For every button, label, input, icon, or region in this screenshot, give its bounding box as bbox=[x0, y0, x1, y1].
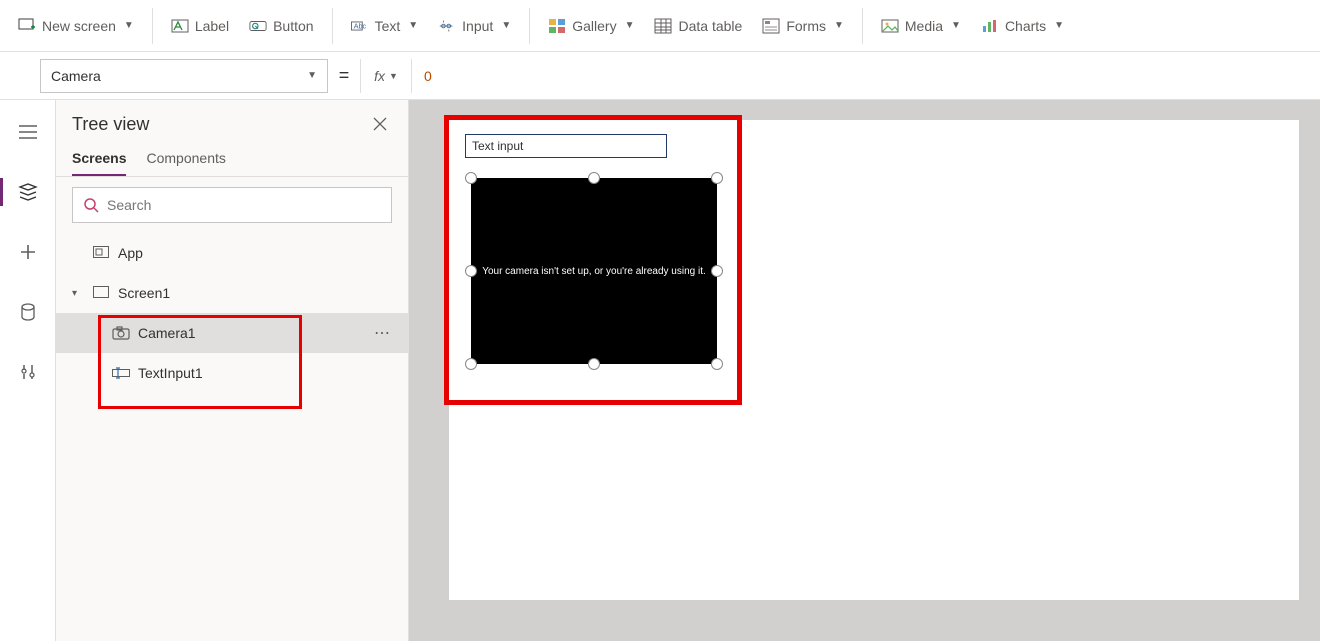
new-screen-label: New screen bbox=[42, 18, 116, 34]
camera-icon bbox=[112, 324, 130, 342]
property-selector[interactable]: Camera ▼ bbox=[40, 59, 328, 93]
more-options-button[interactable]: ⋯ bbox=[374, 323, 392, 343]
new-screen-button[interactable]: New screen ▼ bbox=[8, 8, 144, 44]
separator bbox=[862, 8, 863, 44]
tree-node-camera1[interactable]: Camera1 ⋯ bbox=[56, 313, 408, 353]
gallery-label: Gallery bbox=[572, 18, 616, 34]
resize-handle[interactable] bbox=[588, 358, 600, 370]
text-icon: Abc bbox=[351, 17, 369, 35]
canvas[interactable]: Text input Your camera isn't set up, or … bbox=[449, 120, 1299, 600]
chevron-down-icon: ▼ bbox=[501, 20, 511, 31]
resize-handle[interactable] bbox=[465, 265, 477, 277]
data-table-icon bbox=[654, 17, 672, 35]
media-icon bbox=[881, 17, 899, 35]
formula-input[interactable]: 0 bbox=[412, 59, 1320, 93]
close-panel-button[interactable] bbox=[368, 112, 392, 136]
panel-tabs: Screens Components bbox=[56, 144, 408, 177]
resize-handle[interactable] bbox=[588, 172, 600, 184]
equals-sign: = bbox=[328, 65, 360, 86]
chevron-down-icon: ▼ bbox=[389, 71, 398, 81]
text-label: Text bbox=[375, 18, 401, 34]
chevron-down-icon: ▼ bbox=[625, 20, 635, 31]
svg-text:Abc: Abc bbox=[353, 21, 366, 30]
tree-node-label: TextInput1 bbox=[138, 365, 203, 381]
gallery-icon bbox=[548, 17, 566, 35]
rail-tree-view[interactable] bbox=[8, 172, 48, 212]
chevron-down-icon: ▾ bbox=[72, 288, 84, 299]
rail-advanced-tools[interactable] bbox=[8, 352, 48, 392]
search-icon bbox=[83, 197, 99, 213]
textinput-value: Text input bbox=[472, 139, 523, 153]
property-name: Camera bbox=[51, 68, 101, 84]
tree-node-textinput1[interactable]: TextInput1 bbox=[56, 353, 408, 393]
chevron-down-icon: ▼ bbox=[124, 20, 134, 31]
forms-label: Forms bbox=[786, 18, 826, 34]
label-label: Label bbox=[195, 18, 229, 34]
forms-button[interactable]: Forms ▼ bbox=[752, 8, 854, 44]
resize-handle[interactable] bbox=[711, 172, 723, 184]
separator bbox=[332, 8, 333, 44]
separator bbox=[152, 8, 153, 44]
button-button[interactable]: Button bbox=[239, 8, 323, 44]
tree-node-screen1[interactable]: ▾ Screen1 bbox=[56, 273, 408, 313]
charts-icon bbox=[981, 17, 999, 35]
fx-label: fx bbox=[374, 68, 385, 84]
chevron-down-icon: ▼ bbox=[951, 20, 961, 31]
media-label: Media bbox=[905, 18, 943, 34]
camera-message: Your camera isn't set up, or you're alre… bbox=[482, 266, 706, 277]
fx-button[interactable]: fx ▼ bbox=[360, 59, 412, 93]
tree-view-panel: Tree view Screens Components A bbox=[56, 100, 409, 641]
tab-screens[interactable]: Screens bbox=[72, 144, 126, 176]
input-icon bbox=[438, 17, 456, 35]
label-button[interactable]: Label bbox=[161, 8, 239, 44]
chevron-down-icon: ▼ bbox=[834, 20, 844, 31]
canvas-area: Text input Your camera isn't set up, or … bbox=[409, 100, 1320, 641]
resize-handle[interactable] bbox=[465, 358, 477, 370]
media-button[interactable]: Media ▼ bbox=[871, 8, 971, 44]
textinput-icon bbox=[112, 364, 130, 382]
data-table-label: Data table bbox=[678, 18, 742, 34]
search-input[interactable] bbox=[107, 197, 381, 213]
forms-icon bbox=[762, 17, 780, 35]
separator bbox=[529, 8, 530, 44]
resize-handle[interactable] bbox=[465, 172, 477, 184]
control-textinput[interactable]: Text input bbox=[465, 134, 667, 158]
input-label: Input bbox=[462, 18, 493, 34]
left-rail bbox=[0, 100, 56, 641]
chevron-down-icon: ▼ bbox=[307, 70, 317, 81]
resize-handle[interactable] bbox=[711, 358, 723, 370]
resize-handle[interactable] bbox=[711, 265, 723, 277]
tree-node-label: Screen1 bbox=[118, 285, 170, 301]
screen-icon bbox=[18, 17, 36, 35]
text-button[interactable]: Abc Text ▼ bbox=[341, 8, 429, 44]
data-table-button[interactable]: Data table bbox=[644, 8, 752, 44]
rail-insert[interactable] bbox=[8, 232, 48, 272]
main-area: Tree view Screens Components A bbox=[0, 100, 1320, 641]
formula-value: 0 bbox=[424, 68, 432, 84]
label-icon bbox=[171, 17, 189, 35]
chevron-down-icon: ▼ bbox=[1054, 20, 1064, 31]
tree: App ▾ Screen1 Camera1 ⋯ TextInp bbox=[56, 233, 408, 641]
button-icon bbox=[249, 17, 267, 35]
gallery-button[interactable]: Gallery ▼ bbox=[538, 8, 644, 44]
rail-hamburger[interactable] bbox=[8, 112, 48, 152]
app-icon bbox=[92, 244, 110, 262]
charts-button[interactable]: Charts ▼ bbox=[971, 8, 1074, 44]
tree-node-label: Camera1 bbox=[138, 325, 196, 341]
panel-title: Tree view bbox=[72, 114, 149, 135]
tree-node-label: App bbox=[118, 245, 143, 261]
tree-node-app[interactable]: App bbox=[56, 233, 408, 273]
tab-components[interactable]: Components bbox=[146, 144, 225, 176]
camera-preview: Your camera isn't set up, or you're alre… bbox=[471, 178, 717, 364]
screen-icon bbox=[92, 284, 110, 302]
input-button[interactable]: Input ▼ bbox=[428, 8, 521, 44]
button-label: Button bbox=[273, 18, 313, 34]
chevron-down-icon: ▼ bbox=[408, 20, 418, 31]
search-box[interactable] bbox=[72, 187, 392, 223]
rail-data[interactable] bbox=[8, 292, 48, 332]
charts-label: Charts bbox=[1005, 18, 1046, 34]
ribbon: New screen ▼ Label Button Abc Text ▼ bbox=[0, 0, 1320, 52]
formula-bar: Camera ▼ = fx ▼ 0 bbox=[0, 52, 1320, 100]
control-camera-selected[interactable]: Your camera isn't set up, or you're alre… bbox=[465, 172, 723, 370]
